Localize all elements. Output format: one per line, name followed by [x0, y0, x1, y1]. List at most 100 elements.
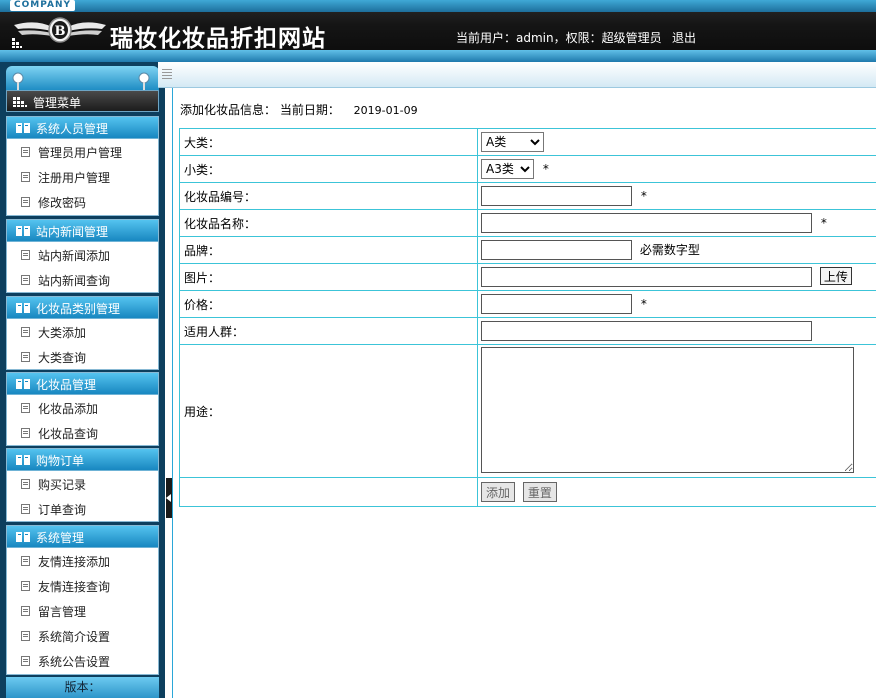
collapse-sidebar-toggle[interactable]	[166, 478, 172, 518]
current-user-info: 当前用户：admin，权限：超级管理员	[456, 31, 662, 45]
menu-item-link-add[interactable]: 友情连接添加	[7, 548, 158, 573]
menu-item-admin-users[interactable]: 管理员用户管理	[7, 139, 158, 164]
form-row-name: 化妆品名称： *	[179, 209, 876, 237]
audience-label: 适用人群：	[179, 317, 478, 345]
menu-item-label: 化妆品查询	[38, 427, 99, 441]
page-heading-text: 添加化妆品信息： 当前日期：	[180, 103, 340, 117]
menu-item-change-password[interactable]: 修改密码	[7, 189, 158, 214]
menu-item-link-query[interactable]: 友情连接查询	[7, 573, 158, 598]
menu-group-title: 购物订单	[36, 454, 85, 468]
menu-item-label: 系统简介设置	[38, 630, 111, 644]
document-icon	[21, 275, 30, 285]
menu-group-header[interactable]: 购物订单	[7, 449, 158, 471]
book-icon	[16, 123, 30, 133]
document-icon	[21, 327, 30, 337]
winged-b-logo-icon: B	[14, 17, 106, 43]
book-icon	[16, 379, 30, 389]
document-icon	[21, 428, 30, 438]
document-icon	[21, 197, 30, 207]
menu-item-registered-users[interactable]: 注册用户管理	[7, 164, 158, 189]
required-mark: *	[640, 297, 647, 311]
document-icon	[21, 147, 30, 157]
header-bar: COMPANY B 瑞妆化妆品折扣网站 当前用户：admin，权限：超级管理员 …	[0, 0, 876, 62]
panel-splitter	[165, 62, 172, 698]
logout-link[interactable]: 退出	[672, 29, 696, 46]
menu-item-label: 注册用户管理	[38, 171, 111, 185]
menu-group-header[interactable]: 化妆品管理	[7, 373, 158, 395]
menu-group-header[interactable]: 系统管理	[7, 526, 158, 548]
menu-item-label: 友情连接添加	[38, 555, 111, 569]
category-select[interactable]: A类	[481, 132, 544, 152]
name-input[interactable]	[481, 213, 812, 233]
brand-hint: 必需数字型	[639, 243, 700, 257]
price-label: 价格：	[179, 290, 478, 318]
menu-group-title: 站内新闻管理	[36, 225, 109, 239]
code-label: 化妆品编号：	[179, 182, 478, 210]
svg-text:B: B	[55, 24, 66, 39]
menu-item-purchase-records[interactable]: 购买记录	[7, 471, 158, 496]
menu-item-category-query[interactable]: 大类查询	[7, 344, 158, 369]
image-path-input[interactable]	[481, 267, 812, 287]
document-icon	[21, 581, 30, 591]
menu-item-cosmetics-add[interactable]: 化妆品添加	[7, 395, 158, 420]
menu-item-notice-settings[interactable]: 系统公告设置	[7, 648, 158, 673]
form-row-code: 化妆品编号： *	[179, 182, 876, 210]
menu-group-header[interactable]: 系统人员管理	[7, 117, 158, 139]
menu-item-news-add[interactable]: 站内新闻添加	[7, 242, 158, 267]
menu-item-label: 修改密码	[38, 196, 87, 210]
menu-item-order-query[interactable]: 订单查询	[7, 496, 158, 521]
document-icon	[21, 556, 30, 566]
form-row-image: 图片： 上传	[179, 263, 876, 291]
form-row-actions: 添加 重置	[179, 477, 876, 507]
menu-item-cosmetics-query[interactable]: 化妆品查询	[7, 420, 158, 445]
document-icon	[21, 504, 30, 514]
menu-item-news-query[interactable]: 站内新闻查询	[7, 267, 158, 292]
brand-input[interactable]	[481, 240, 632, 260]
menu-item-category-add[interactable]: 大类添加	[7, 319, 158, 344]
required-mark: *	[542, 162, 549, 176]
company-tag: COMPANY	[10, 0, 75, 11]
menu-item-label: 留言管理	[38, 605, 87, 619]
book-icon	[16, 532, 30, 542]
menu-item-label: 大类添加	[38, 326, 87, 340]
dots-decoration-icon	[12, 38, 22, 48]
menu-item-intro-settings[interactable]: 系统简介设置	[7, 623, 158, 648]
brand-label: 品牌：	[179, 236, 478, 264]
audience-input[interactable]	[481, 321, 812, 341]
category-label: 大类：	[179, 128, 478, 156]
form-row-brand: 品牌： 必需数字型	[179, 236, 876, 264]
code-input[interactable]	[481, 186, 632, 206]
menu-group-title: 系统人员管理	[36, 122, 109, 136]
menu-item-label: 大类查询	[38, 351, 87, 365]
content-border-line	[172, 62, 173, 698]
name-label: 化妆品名称：	[179, 209, 478, 237]
document-icon	[21, 352, 30, 362]
page-heading: 添加化妆品信息： 当前日期： 2019-01-09	[180, 101, 418, 118]
menu-group-header[interactable]: 站内新闻管理	[7, 220, 158, 242]
document-icon	[21, 172, 30, 182]
document-icon	[21, 631, 30, 641]
menu-item-label: 管理员用户管理	[38, 146, 123, 160]
menu-group-header[interactable]: 化妆品类别管理	[7, 297, 158, 319]
menu-item-label: 站内新闻查询	[38, 274, 111, 288]
document-icon	[21, 403, 30, 413]
upload-button[interactable]: 上传	[819, 267, 852, 285]
form-row-subcategory: 小类： A3类 *	[179, 155, 876, 183]
menu-item-messages[interactable]: 留言管理	[7, 598, 158, 623]
version-label: 版本：	[6, 677, 159, 698]
document-icon	[21, 250, 30, 260]
menu-group-title: 化妆品类别管理	[36, 302, 121, 316]
add-cosmetics-form: 大类： A类 小类： A3类 * 化妆品编号： * 化妆品名称： * 品牌： 必…	[179, 128, 876, 507]
subcategory-select[interactable]: A3类	[481, 159, 534, 179]
price-input[interactable]	[481, 294, 632, 314]
menu-group-cosmetics: 化妆品管理 化妆品添加 化妆品查询	[6, 372, 159, 446]
add-button[interactable]: 添加	[481, 482, 516, 502]
book-icon	[16, 226, 30, 236]
menu-item-label: 购买记录	[38, 478, 87, 492]
reset-button[interactable]: 重置	[522, 482, 557, 502]
menu-group-news: 站内新闻管理 站内新闻添加 站内新闻查询	[6, 219, 159, 293]
menu-group-title: 化妆品管理	[36, 378, 97, 392]
usage-textarea[interactable]	[481, 346, 854, 473]
menu-group-orders: 购物订单 购买记录 订单查询	[6, 448, 159, 522]
menu-item-label: 系统公告设置	[38, 655, 111, 669]
